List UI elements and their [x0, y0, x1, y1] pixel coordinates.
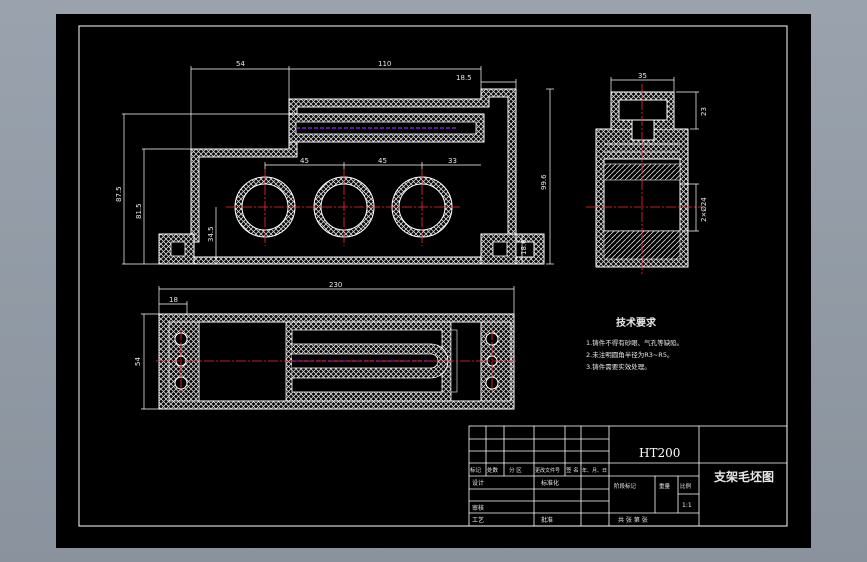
dim-front-right-2: 18.6	[520, 239, 528, 255]
tb-change-doc: 更改文件号	[535, 467, 560, 474]
cad-drawing: 54 110 18.5 87.5 81.5 34.5 99.6 18.6 45 …	[78, 25, 788, 527]
tb-scale: 1:1	[682, 502, 692, 509]
tech-requirement-2: 2.未注明圆角半径为R3~R5。	[586, 350, 673, 359]
tb-approve: 批准	[541, 516, 553, 524]
dim-top-left: 18	[169, 296, 178, 304]
tech-requirements: 技术要求 1.铸件不得有砂眼、气孔等缺陷。 2.未注明圆角半径为R3~R5。 3…	[586, 316, 683, 371]
tech-requirements-title: 技术要求	[616, 316, 657, 329]
dim-hole-pitch-2: 45	[378, 157, 387, 165]
dim-hole-pitch-1: 45	[300, 157, 309, 165]
tb-stage-mark: 阶段标记	[614, 482, 637, 490]
dim-hole-pitch-3: 33	[448, 157, 457, 165]
material: HT200	[639, 446, 680, 460]
part-name: 支架毛坯图	[713, 469, 774, 484]
dim-front-top-mid: 110	[378, 60, 391, 68]
tb-review: 审核	[472, 504, 484, 512]
tb-standardize: 标准化	[541, 479, 559, 487]
dim-front-left-3: 34.5	[207, 226, 215, 242]
tb-sheet-info: 共 张 第 张	[618, 516, 648, 524]
tech-requirement-1: 1.铸件不得有砂眼、气孔等缺陷。	[586, 338, 683, 347]
title-block-text: HT200 支架毛坯图 标记 处数 分 区 更改文件号 签 名 年、月、日 设计…	[470, 446, 774, 524]
tb-date: 年、月、日	[582, 467, 607, 474]
top-view: 230 18 54	[134, 281, 516, 410]
dim-front-left-2: 81.5	[135, 203, 143, 219]
side-view: 35 23 2×Ø24	[586, 72, 708, 274]
dim-top-total: 230	[329, 281, 342, 289]
dim-front-top-left: 54	[236, 60, 245, 68]
front-view: 54 110 18.5 87.5 81.5 34.5 99.6 18.6 45 …	[115, 60, 554, 265]
dim-front-left-1: 87.5	[115, 186, 123, 202]
dim-front-right-1: 99.6	[540, 174, 548, 190]
tb-sign: 签 名	[566, 466, 579, 474]
tech-requirement-3: 3.铸件需要实效处理。	[586, 362, 651, 371]
tb-zone: 分 区	[509, 466, 522, 474]
tb-design: 设计	[472, 479, 484, 487]
tb-process: 工艺	[472, 516, 484, 524]
drawing-sheet: 54 110 18.5 87.5 81.5 34.5 99.6 18.6 45 …	[56, 14, 811, 548]
dim-side-right-bottom: 2×Ø24	[700, 197, 708, 222]
tb-mark: 标记	[470, 466, 482, 474]
dim-top-view-left: 54	[134, 357, 142, 366]
dim-front-top-right: 18.5	[456, 74, 472, 82]
dim-side-right-top: 23	[700, 107, 708, 116]
dim-side-top: 35	[638, 72, 647, 80]
tb-count: 处数	[487, 466, 499, 474]
tb-weight: 重量	[659, 482, 671, 490]
tb-scale-label: 比例	[680, 482, 692, 490]
